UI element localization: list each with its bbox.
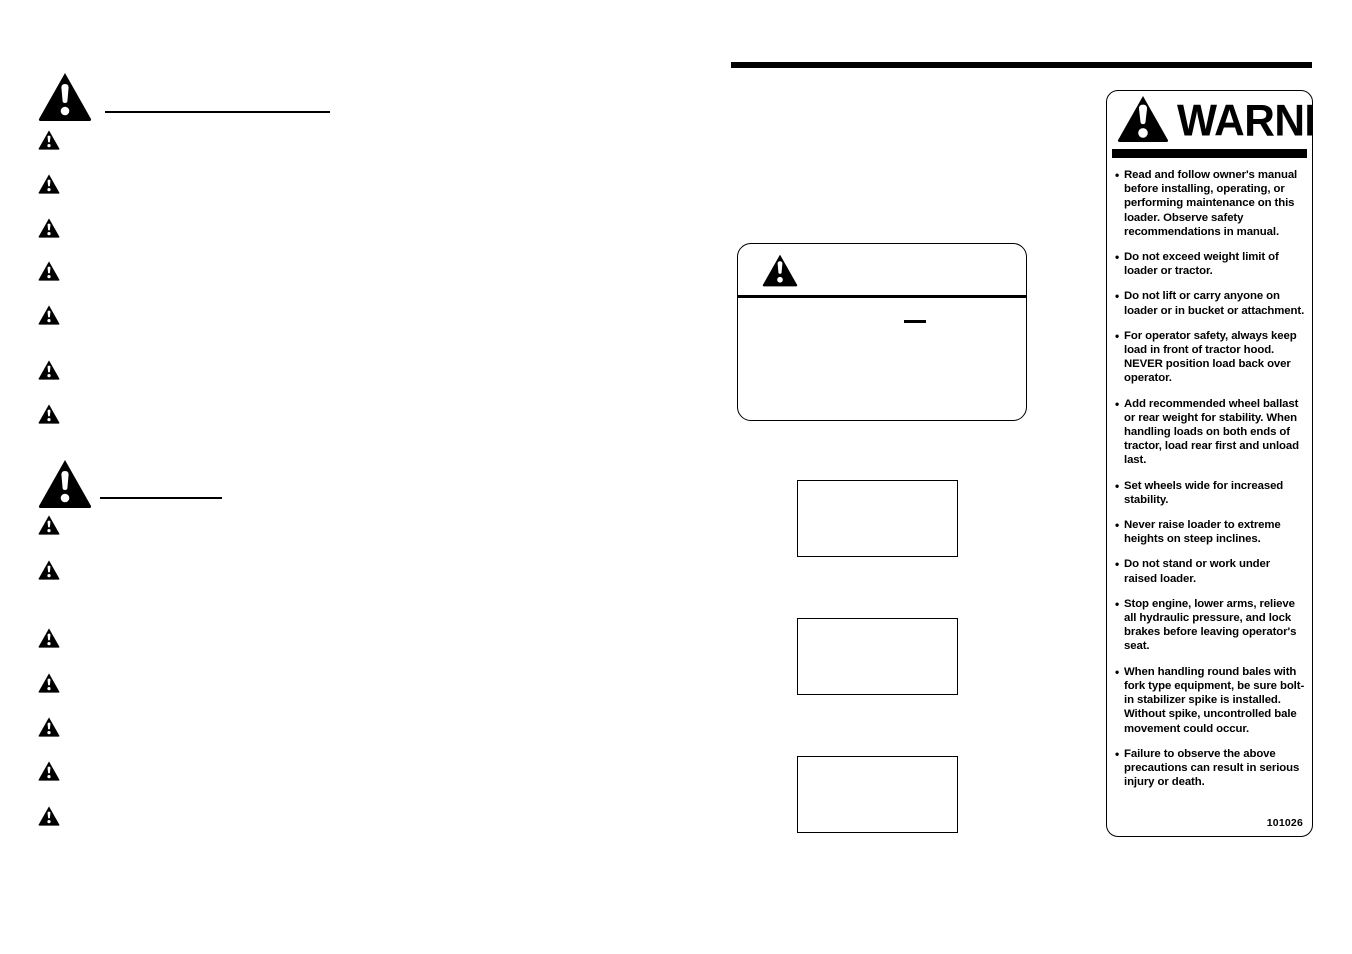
figure-box-3 — [797, 756, 958, 833]
callout-panel — [737, 243, 1027, 421]
bullet-icon: • — [1115, 328, 1120, 343]
warning-decal-item-text: Stop engine, lower arms, relieve all hyd… — [1124, 597, 1297, 653]
bullet-icon: • — [1115, 250, 1120, 265]
warning-decal-part-number: 101026 — [1266, 817, 1303, 829]
safety-alert-triangle-icon-3 — [38, 218, 60, 238]
warning-decal-item: • Do not lift or carry anyone on loader … — [1115, 289, 1306, 317]
warning-decal-signal-word: WARNING — [1177, 96, 1313, 146]
figure-box-1 — [797, 480, 958, 557]
section-one-heading-underline — [105, 111, 330, 113]
warning-decal-item: • Do not stand or work under raised load… — [1115, 557, 1306, 585]
bullet-icon: • — [1115, 664, 1120, 679]
warning-decal-item: • Read and follow owner's manual before … — [1115, 168, 1306, 239]
safety-alert-triangle-icon-5 — [38, 305, 60, 325]
warning-decal-item-text: For operator safety, always keep load in… — [1124, 329, 1297, 385]
safety-alert-triangle-icon-11 — [38, 673, 60, 693]
warning-decal-item: • Do not exceed weight limit of loader o… — [1115, 250, 1306, 278]
safety-alert-triangle-icon-decal — [1115, 95, 1171, 148]
warning-decal-item-text: When handling round bales with fork type… — [1124, 665, 1305, 735]
safety-alert-triangle-icon-large-1 — [38, 72, 92, 122]
safety-alert-triangle-icon-6 — [38, 360, 60, 380]
warning-decal-item: • Set wheels wide for increased stabilit… — [1115, 479, 1306, 507]
safety-alert-triangle-icon-callout — [762, 254, 798, 287]
warning-decal-item-text: Never raise loader to extreme heights on… — [1124, 519, 1281, 546]
safety-alert-triangle-icon-8 — [38, 515, 60, 535]
warning-decal-item: • Stop engine, lower arms, relieve all h… — [1115, 597, 1306, 654]
safety-alert-triangle-icon-4 — [38, 261, 60, 281]
bullet-icon: • — [1115, 746, 1120, 761]
safety-alert-triangle-icon-2 — [38, 174, 60, 194]
warning-decal-item-text: Failure to observe the above precautions… — [1124, 747, 1300, 789]
section-two-heading-underline — [100, 497, 222, 499]
bullet-icon: • — [1115, 168, 1120, 182]
callout-panel-divider — [738, 295, 1026, 298]
warning-decal-item-text: Do not exceed weight limit of loader or … — [1124, 251, 1279, 278]
bullet-icon: • — [1115, 478, 1120, 493]
warning-decal-item-text: Read and follow owner's manual before in… — [1124, 169, 1298, 238]
bullet-icon: • — [1115, 518, 1120, 533]
warning-decal-header: WARNING — [1107, 91, 1312, 147]
bullet-icon: • — [1115, 289, 1120, 304]
bullet-icon: • — [1115, 596, 1120, 611]
figure-box-2 — [797, 618, 958, 695]
safety-alert-triangle-icon-12 — [38, 717, 60, 737]
warning-decal-item-text: Do not stand or work under raised loader… — [1124, 558, 1271, 585]
warning-decal-item: • Never raise loader to extreme heights … — [1115, 518, 1306, 546]
warning-decal-item-text: Add recommended wheel ballast or rear we… — [1124, 397, 1299, 467]
safety-alert-triangle-icon-10 — [38, 628, 60, 648]
safety-alert-triangle-icon-large-2 — [38, 459, 92, 509]
warning-decal-item: • Add recommended wheel ballast or rear … — [1115, 397, 1306, 468]
safety-alert-triangle-icon-1 — [38, 130, 60, 150]
page-top-rule — [731, 62, 1312, 68]
warning-decal-item-text: Set wheels wide for increased stability. — [1124, 479, 1284, 506]
warning-decal-item-text: Do not lift or carry anyone on loader or… — [1124, 290, 1305, 317]
bullet-icon: • — [1115, 557, 1120, 572]
warning-decal-item: • For operator safety, always keep load … — [1115, 329, 1306, 386]
warning-decal-body: • Read and follow owner's manual before … — [1107, 158, 1312, 804]
safety-alert-triangle-icon-7 — [38, 404, 60, 424]
manual-page: WARNING • Read and follow owner's manual… — [0, 0, 1352, 954]
safety-alert-triangle-icon-14 — [38, 806, 60, 826]
warning-decal-item: • Failure to observe the above precautio… — [1115, 747, 1306, 790]
warning-decal: WARNING • Read and follow owner's manual… — [1106, 90, 1313, 837]
warning-decal-divider-bar — [1112, 149, 1307, 158]
safety-alert-triangle-icon-13 — [38, 761, 60, 781]
safety-alert-triangle-icon-9 — [38, 560, 60, 580]
callout-dash-mark — [904, 320, 926, 323]
bullet-icon: • — [1115, 396, 1120, 411]
warning-decal-item: • When handling round bales with fork ty… — [1115, 665, 1306, 736]
